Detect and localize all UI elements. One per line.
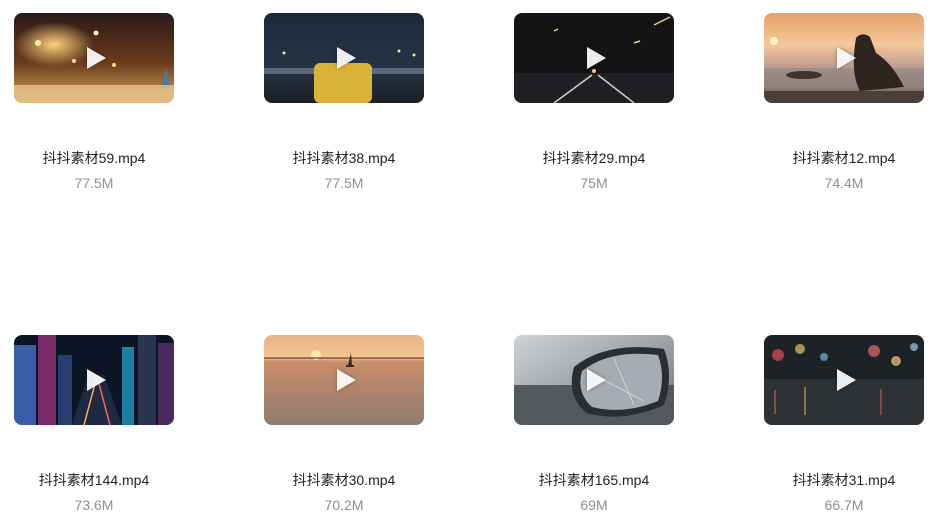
file-size: 70.2M [324,497,364,513]
play-icon[interactable] [87,369,106,391]
video-card[interactable]: 抖抖素材38.mp4 77.5M [224,13,464,192]
file-name[interactable]: 抖抖素材12.mp4 [724,149,938,167]
file-size: 77.5M [324,175,364,191]
file-name[interactable]: 抖抖素材31.mp4 [724,471,938,489]
video-thumbnail[interactable] [764,335,924,425]
file-name[interactable]: 抖抖素材59.mp4 [0,149,214,167]
play-icon[interactable] [337,47,356,69]
video-card[interactable]: 抖抖素材165.mp4 69M [474,335,714,514]
play-icon[interactable] [837,369,856,391]
play-icon[interactable] [87,47,106,69]
video-thumbnail[interactable] [264,13,424,103]
video-thumbnail[interactable] [514,13,674,103]
play-icon[interactable] [587,47,606,69]
file-size: 73.6M [74,497,114,513]
play-icon[interactable] [837,47,856,69]
file-size: 75M [580,175,608,191]
file-size: 77.5M [74,175,114,191]
file-name[interactable]: 抖抖素材30.mp4 [224,471,464,489]
file-name[interactable]: 抖抖素材144.mp4 [0,471,214,489]
video-card[interactable]: 抖抖素材30.mp4 70.2M [224,335,464,514]
video-thumbnail[interactable] [14,13,174,103]
video-card[interactable]: 抖抖素材31.mp4 66.7M [724,335,938,514]
video-thumbnail[interactable] [14,335,174,425]
file-size: 69M [580,497,608,513]
video-thumbnail[interactable] [514,335,674,425]
file-name[interactable]: 抖抖素材29.mp4 [474,149,714,167]
video-card[interactable]: 抖抖素材29.mp4 75M [474,13,714,192]
file-name[interactable]: 抖抖素材165.mp4 [474,471,714,489]
file-size: 74.4M [824,175,864,191]
video-file-grid: 抖抖素材59.mp4 77.5M 抖抖素材38.mp4 77.5M 抖抖素材29… [0,0,938,530]
file-size: 66.7M [824,497,864,513]
file-name[interactable]: 抖抖素材38.mp4 [224,149,464,167]
video-card[interactable]: 抖抖素材12.mp4 74.4M [724,13,938,192]
video-card[interactable]: 抖抖素材59.mp4 77.5M [0,13,214,192]
play-icon[interactable] [587,369,606,391]
video-card[interactable]: 抖抖素材144.mp4 73.6M [0,335,214,514]
video-thumbnail[interactable] [764,13,924,103]
play-icon[interactable] [337,369,356,391]
video-thumbnail[interactable] [264,335,424,425]
